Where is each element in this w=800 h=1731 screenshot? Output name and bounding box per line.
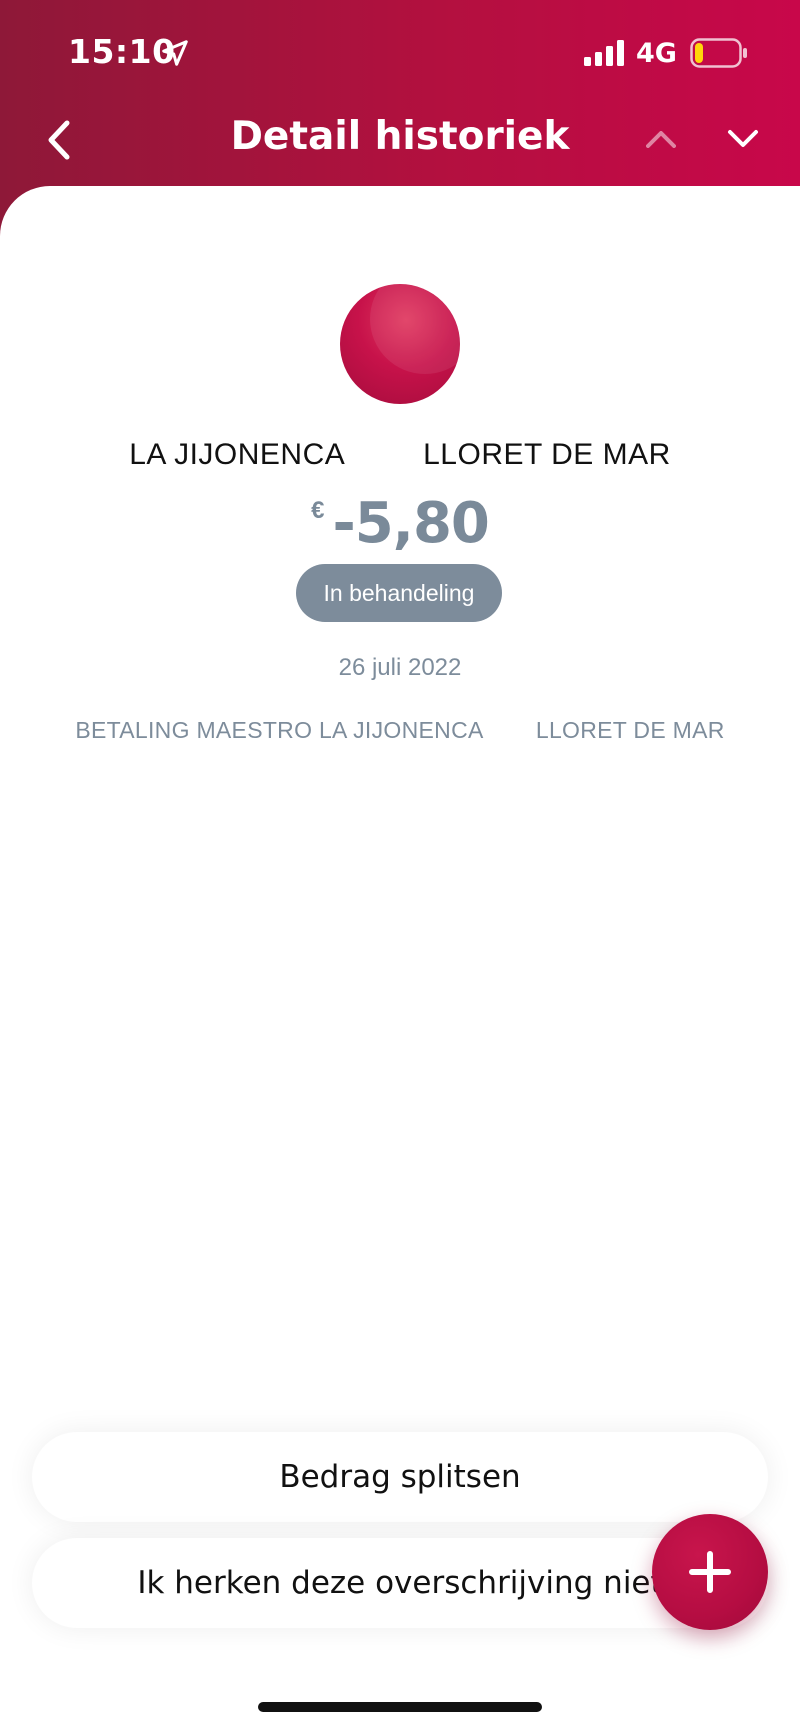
next-transaction-button[interactable] xyxy=(718,114,768,164)
chevron-down-icon xyxy=(728,130,758,147)
status-bar: 15:10 4G xyxy=(0,0,800,100)
currency-symbol: € xyxy=(311,497,325,524)
add-button[interactable] xyxy=(652,1514,768,1630)
amount: € -5,80 xyxy=(0,491,800,556)
network-label: 4G xyxy=(636,38,677,69)
home-indicator xyxy=(258,1702,542,1712)
battery-low-icon xyxy=(690,38,747,68)
plus-icon xyxy=(689,1551,731,1593)
merchant-logo xyxy=(340,284,460,404)
previous-transaction-button[interactable] xyxy=(636,114,686,164)
transaction-description: BETALING MAESTRO LA JIJONENCA LLORET DE … xyxy=(75,717,725,743)
location-arrow-icon xyxy=(162,40,188,66)
chevron-up-icon xyxy=(646,131,676,148)
screen: 15:10 4G Detail historiek LA JIJONENCA L… xyxy=(0,0,800,1731)
split-amount-button[interactable]: Bedrag splitsen xyxy=(32,1432,768,1522)
amount-value: -5,80 xyxy=(332,491,489,556)
merchant-name: LA JIJONENCA LLORET DE MAR xyxy=(129,438,671,471)
nav-bar: Detail historiek xyxy=(0,100,800,180)
transaction-date: 26 juli 2022 xyxy=(338,654,462,681)
status-badge: In behandeling xyxy=(296,564,502,622)
signal-bars-icon xyxy=(584,40,624,66)
